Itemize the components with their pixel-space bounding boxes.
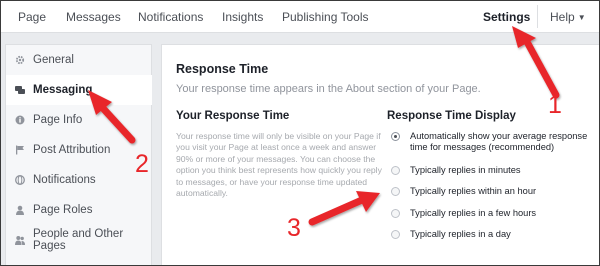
flag-icon <box>15 145 25 155</box>
sidebar-item-label: Post Attribution <box>33 144 111 156</box>
sidebar-item-people-and-other-pages[interactable]: People and Other Pages <box>6 225 152 255</box>
chat-bubbles-icon <box>15 85 25 95</box>
person-icon <box>15 205 25 215</box>
nav-notifications[interactable]: Notifications <box>138 10 203 24</box>
radio-button[interactable] <box>391 230 400 239</box>
sidebar-item-post-attribution[interactable]: Post Attribution <box>6 135 152 165</box>
your-response-time-heading: Your Response Time <box>176 110 290 122</box>
annotation-number-1: 1 <box>548 91 562 119</box>
caret-down-icon: ▼ <box>577 13 586 22</box>
sidebar-item-page-info[interactable]: Page Info <box>6 105 152 135</box>
nav-publishing-tools[interactable]: Publishing Tools <box>282 10 369 24</box>
section-title: Response Time <box>176 62 269 76</box>
option-minutes[interactable]: Typically replies in minutes <box>391 165 590 176</box>
top-navigation-bar: Page Messages Notifications Insights Pub… <box>0 0 600 33</box>
settings-sidebar: General Messaging Page Info Post Attribu… <box>5 44 152 266</box>
sidebar-item-page-roles[interactable]: Page Roles <box>6 195 152 225</box>
radio-button[interactable] <box>391 187 400 196</box>
sidebar-item-label: General <box>33 54 74 66</box>
response-time-description: Your response time will only be visible … <box>176 131 382 199</box>
option-in-a-day[interactable]: Typically replies in a day <box>391 229 590 240</box>
section-subtitle: Your response time appears in the About … <box>176 83 481 95</box>
sidebar-item-notifications[interactable]: Notifications <box>6 165 152 195</box>
annotation-number-2: 2 <box>135 150 149 178</box>
sidebar-item-label: Page Roles <box>33 204 93 216</box>
sidebar-item-label: Page Info <box>33 114 83 126</box>
nav-divider <box>537 5 538 28</box>
settings-main-panel: Response Time Your response time appears… <box>161 44 600 266</box>
nav-help-label: Help <box>550 10 575 24</box>
nav-page[interactable]: Page <box>18 10 46 24</box>
sidebar-item-label: People and Other Pages <box>33 228 124 252</box>
option-automatic[interactable]: Automatically show your average response… <box>391 131 590 153</box>
people-icon <box>15 235 25 245</box>
option-few-hours[interactable]: Typically replies in a few hours <box>391 208 590 219</box>
response-time-display-heading: Response Time Display <box>387 110 516 122</box>
option-label: Automatically show your average response… <box>410 131 588 152</box>
nav-insights[interactable]: Insights <box>222 10 263 24</box>
sidebar-item-label: Notifications <box>33 174 96 186</box>
option-label: Typically replies in a day <box>410 229 511 239</box>
radio-button[interactable] <box>391 209 400 218</box>
globe-icon <box>15 175 25 185</box>
option-label: Typically replies within an hour <box>410 186 537 196</box>
radio-button-checked[interactable] <box>391 132 400 141</box>
annotation-number-3: 3 <box>287 214 301 242</box>
gear-icon <box>15 55 25 65</box>
sidebar-item-general[interactable]: General <box>6 45 152 75</box>
option-label: Typically replies in minutes <box>410 165 521 175</box>
nav-messages[interactable]: Messages <box>66 10 121 24</box>
nav-help[interactable]: Help ▼ <box>550 10 586 24</box>
option-label: Typically replies in a few hours <box>410 208 537 218</box>
radio-button[interactable] <box>391 166 400 175</box>
option-within-an-hour[interactable]: Typically replies within an hour <box>391 186 590 197</box>
nav-settings[interactable]: Settings <box>483 10 530 24</box>
info-icon <box>15 115 25 125</box>
sidebar-item-messaging[interactable]: Messaging <box>6 75 152 105</box>
sidebar-item-label: Messaging <box>33 84 93 96</box>
